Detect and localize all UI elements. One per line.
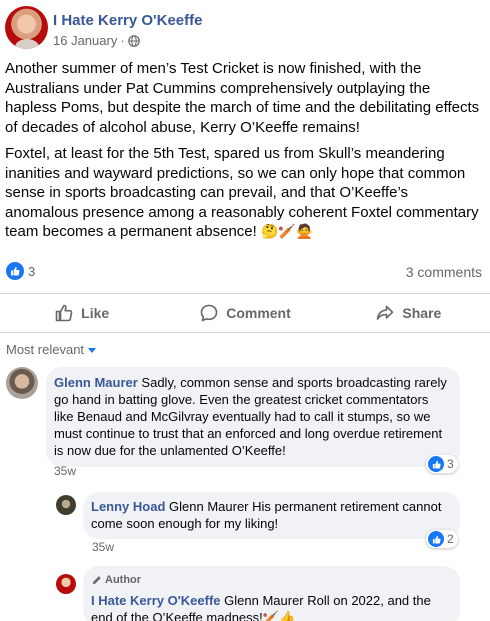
action-bar: Like Comment Share: [0, 297, 490, 329]
thumbs-up-icon: [55, 304, 73, 322]
post-paragraph: Foxtel, at least for the 5th Test, spare…: [5, 144, 483, 242]
commenter-avatar[interactable]: [6, 367, 38, 399]
like-reaction-icon: [428, 456, 444, 472]
post-meta: 16 January ·: [53, 33, 140, 48]
commenter-avatar[interactable]: [56, 495, 76, 515]
commenter-name[interactable]: Lenny Hoad: [91, 499, 165, 514]
reaction-summary[interactable]: 3: [6, 262, 35, 280]
reply-bubble: Author I Hate Kerry O'Keeffe Glenn Maure…: [83, 566, 460, 621]
reply-bubble: Lenny Hoad Glenn Maurer His permanent re…: [83, 492, 460, 539]
like-reaction-icon: [6, 262, 24, 280]
commenter-name[interactable]: I Hate Kerry O'Keeffe: [91, 593, 221, 608]
comment-button[interactable]: Comment: [163, 297, 326, 329]
like-button[interactable]: Like: [0, 297, 163, 329]
reaction-count: 3: [447, 457, 454, 471]
share-arrow-icon: [377, 305, 394, 320]
post-body: Another summer of men’s Test Cricket is …: [5, 59, 483, 249]
author-badge-label: Author: [105, 574, 142, 586]
like-count: 3: [28, 263, 36, 279]
comment-timestamp[interactable]: 35w: [54, 464, 76, 478]
comments-count-link[interactable]: 3 comments: [406, 264, 482, 280]
commenter-name[interactable]: Glenn Maurer: [54, 375, 138, 390]
post-emojis: 🤔🏏🙅: [261, 223, 314, 239]
comment-bubble: Glenn Maurer Sadly, common sense and spo…: [46, 367, 460, 467]
share-button[interactable]: Share: [327, 297, 490, 329]
post-date[interactable]: 16 January: [53, 33, 117, 48]
share-button-label: Share: [402, 305, 442, 321]
divider: [0, 332, 490, 333]
caret-down-icon: [88, 347, 97, 353]
comment-bubble-icon: [200, 304, 218, 322]
post-paragraph-text: Foxtel, at least for the 5th Test, spare…: [5, 145, 479, 240]
post-paragraph: Another summer of men’s Test Cricket is …: [5, 60, 480, 136]
meta-separator: ·: [120, 33, 125, 48]
page-name-link[interactable]: I Hate Kerry O'Keeffe: [53, 12, 202, 29]
comment-timestamp[interactable]: 35w: [92, 540, 114, 554]
comment-sort-dropdown[interactable]: Most relevant: [6, 342, 97, 357]
comment-reaction-count[interactable]: 2: [426, 530, 458, 548]
page-avatar[interactable]: [5, 6, 48, 49]
divider: [0, 293, 490, 294]
globe-icon: [127, 34, 140, 47]
sort-label: Most relevant: [6, 342, 85, 357]
author-badge: Author: [91, 572, 450, 589]
comment-reaction-count[interactable]: 3: [426, 455, 458, 473]
like-reaction-icon: [428, 531, 444, 547]
reaction-count: 2: [447, 532, 454, 546]
like-button-label: Like: [81, 305, 110, 321]
post-header: I Hate Kerry O'Keeffe 16 January ·: [5, 6, 485, 54]
author-avatar[interactable]: [56, 574, 76, 594]
comment-button-label: Comment: [226, 305, 291, 321]
pencil-icon: [92, 576, 101, 585]
